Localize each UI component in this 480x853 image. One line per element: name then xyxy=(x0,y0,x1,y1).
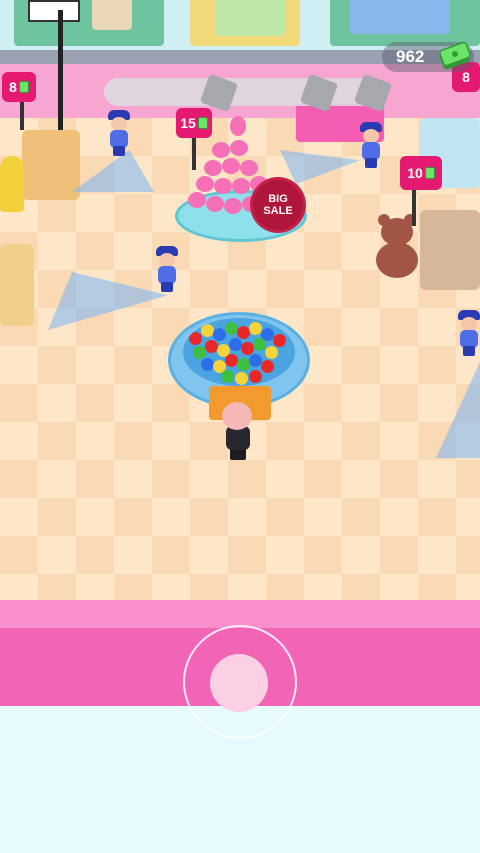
price-sign-top-left: 8 xyxy=(2,72,36,102)
toy-shelf-left-bottom xyxy=(0,244,34,326)
dollar-bill-icon xyxy=(18,81,29,93)
price-sign-center: 15 xyxy=(176,108,212,138)
cash-stack-icon xyxy=(439,41,471,70)
game-scene: BIG SALE 8 15 10 8 962 xyxy=(0,0,480,853)
basketball-hoop-pole xyxy=(58,10,63,130)
joystick-knob[interactable] xyxy=(210,654,268,712)
security-guard xyxy=(108,110,130,156)
dollar-bill-icon xyxy=(424,167,435,179)
price-sign-value: 10 xyxy=(407,165,423,181)
security-guard xyxy=(458,310,480,356)
price-sign-value: 15 xyxy=(180,115,196,131)
sign-pole xyxy=(412,186,416,226)
basketball-hoop xyxy=(28,0,80,22)
big-sale-line1: BIG xyxy=(268,193,288,205)
store-front-wall-top xyxy=(0,600,480,628)
price-sign-right: 10 xyxy=(400,156,442,190)
stage-progress-bar xyxy=(104,78,384,106)
teddy-shelf-right xyxy=(420,210,480,290)
big-sale-line2: SALE xyxy=(263,205,293,217)
teddy-bear-toy xyxy=(372,214,422,280)
ball-pit-balls xyxy=(183,318,295,386)
security-guard xyxy=(360,122,382,168)
money-value: 962 xyxy=(396,47,425,66)
big-sale-badge: BIG SALE xyxy=(253,180,303,230)
security-guard xyxy=(156,246,178,292)
price-sign-value: 8 xyxy=(9,79,17,95)
player-character xyxy=(222,402,252,430)
price-sign-value: 8 xyxy=(462,69,470,85)
toy-shelf-left-top xyxy=(22,130,80,200)
rocket-toy xyxy=(0,156,24,212)
dollar-bill-icon xyxy=(197,117,208,129)
